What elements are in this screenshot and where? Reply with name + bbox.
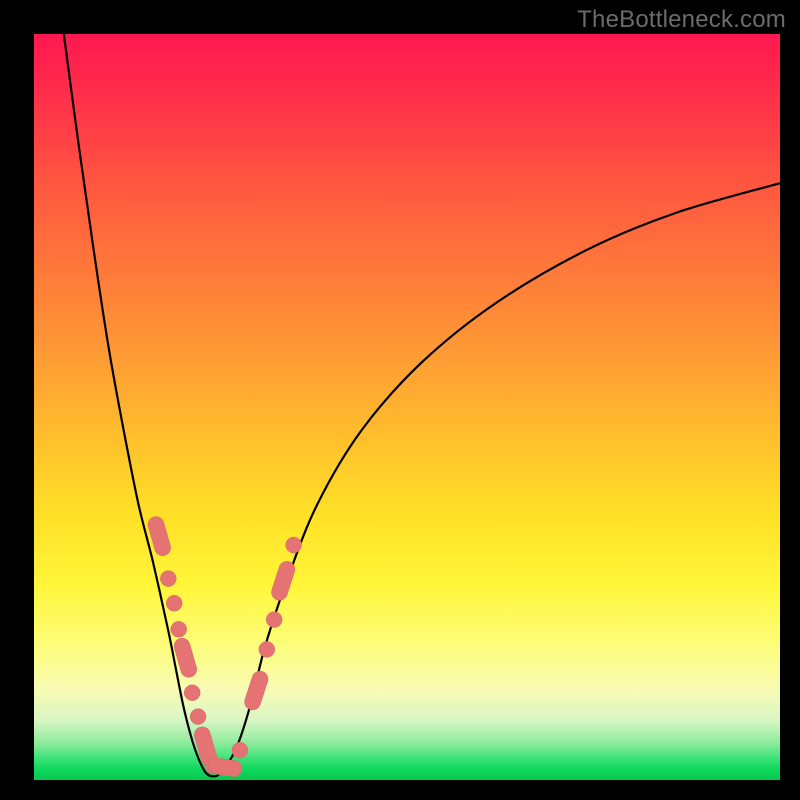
curve-marker: [232, 742, 248, 758]
curve-marker: [184, 685, 200, 701]
curve-marker: [259, 641, 275, 657]
curve-marker: [207, 757, 243, 778]
curve-marker: [160, 571, 176, 587]
curve-marker: [190, 709, 206, 725]
curve-marker: [269, 559, 297, 602]
chart-frame: TheBottleneck.com: [0, 0, 800, 800]
bottleneck-curve: [64, 34, 780, 776]
curve-marker: [166, 595, 182, 611]
markers-group: [146, 515, 302, 778]
chart-svg: [34, 34, 780, 780]
curve-marker: [286, 537, 302, 553]
plot-area: [34, 34, 780, 780]
curve-marker: [243, 669, 271, 712]
watermark-text: TheBottleneck.com: [577, 6, 786, 34]
curve-marker: [171, 621, 187, 637]
curve-marker: [266, 612, 282, 628]
curve-group: [64, 34, 780, 776]
